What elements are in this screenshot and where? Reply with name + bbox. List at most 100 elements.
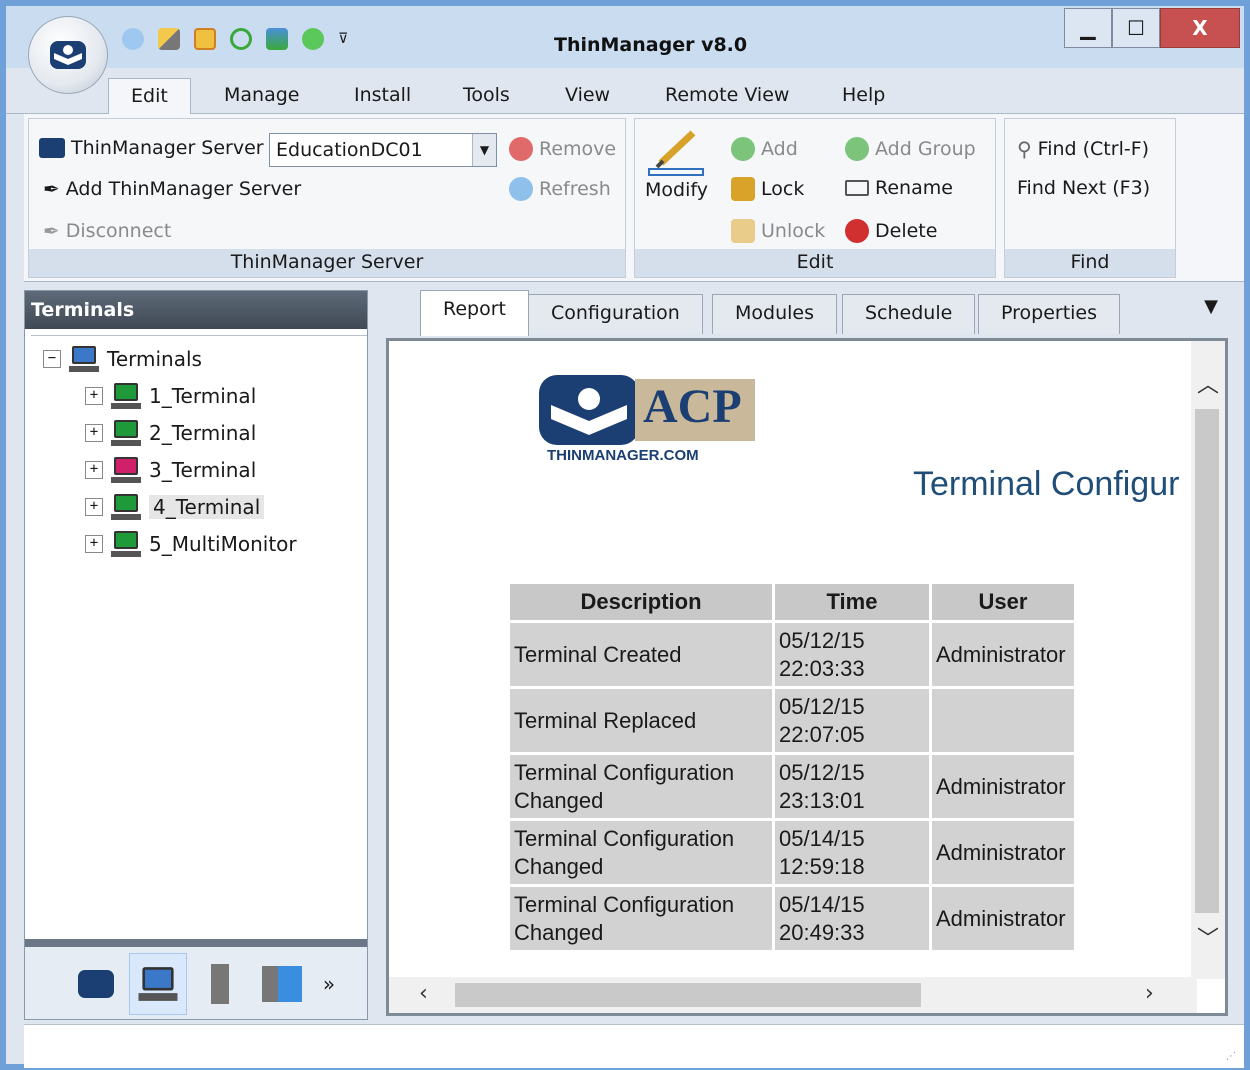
tree-item-2-terminal[interactable]: + 2_Terminal bbox=[85, 420, 256, 446]
refresh-button[interactable]: Refresh bbox=[509, 177, 611, 201]
thinmanager-logo-icon bbox=[78, 970, 114, 998]
scroll-up-icon[interactable]: ︿ bbox=[1197, 367, 1219, 399]
tree-root[interactable]: − Terminals bbox=[43, 346, 202, 372]
ribbon-tab-bar: Edit Manage Install Tools View Remote Vi… bbox=[6, 76, 1244, 115]
add-button[interactable]: Add bbox=[731, 137, 798, 161]
cell-time: 05/12/15 23:13:01 bbox=[775, 755, 929, 818]
scroll-right-icon[interactable]: › bbox=[1145, 981, 1154, 1006]
scroll-thumb[interactable] bbox=[455, 983, 921, 1007]
chevron-down-icon[interactable]: ▼ bbox=[472, 134, 496, 166]
qat-more-icon[interactable]: ⊽ bbox=[338, 31, 348, 47]
modify-button[interactable]: Modify bbox=[645, 129, 708, 201]
edit-icon[interactable] bbox=[158, 28, 180, 50]
globe-icon[interactable] bbox=[302, 28, 324, 50]
more-views-button[interactable]: » bbox=[309, 953, 349, 1015]
find-button[interactable]: ⚲ Find (Ctrl-F) bbox=[1017, 137, 1149, 161]
find-next-button[interactable]: Find Next (F3) bbox=[1017, 177, 1150, 199]
cell-user bbox=[932, 689, 1074, 752]
display-servers-view-button[interactable] bbox=[253, 953, 311, 1015]
maximize-button[interactable]: ☐ bbox=[1112, 8, 1160, 48]
scroll-left-icon[interactable]: ‹ bbox=[419, 981, 428, 1006]
network-icon[interactable] bbox=[266, 28, 288, 50]
scroll-thumb[interactable] bbox=[1195, 409, 1219, 913]
server-select[interactable]: EducationDC01 ▼ bbox=[269, 133, 497, 167]
add-thinmanager-server-button[interactable]: ✒ Add ThinManager Server bbox=[43, 177, 301, 201]
collapse-icon[interactable]: − bbox=[43, 350, 61, 368]
lock-button[interactable]: Lock bbox=[731, 177, 804, 201]
tab-install[interactable]: Install bbox=[354, 84, 411, 106]
refresh-icon[interactable] bbox=[122, 28, 144, 50]
delete-button[interactable]: Delete bbox=[845, 219, 937, 243]
tree-item-3-terminal[interactable]: + 3_Terminal bbox=[85, 457, 256, 483]
expand-icon[interactable]: + bbox=[85, 424, 103, 442]
close-button[interactable]: X bbox=[1160, 8, 1240, 48]
refresh-icon bbox=[509, 177, 533, 201]
lock-icon bbox=[731, 177, 755, 201]
logo-subtext: THINMANAGER.COM bbox=[547, 447, 699, 464]
thinmanager-view-button[interactable] bbox=[67, 953, 125, 1015]
table-row: Terminal Configuration Changed 05/14/15 12… bbox=[510, 821, 1074, 884]
cell-description: Terminal Configuration Changed bbox=[510, 821, 772, 884]
cell-time: 05/12/15 22:03:33 bbox=[775, 623, 929, 686]
vertical-scrollbar[interactable]: ︿ ﹀ bbox=[1191, 341, 1225, 979]
disconnect-button[interactable]: ✒ Disconnect bbox=[43, 219, 171, 243]
expand-icon[interactable]: + bbox=[85, 387, 103, 405]
tab-view[interactable]: View bbox=[565, 84, 610, 106]
expand-icon[interactable]: + bbox=[85, 498, 103, 516]
thinmanager-server-group: ThinManager Server EducationDC01 ▼ ✒ Add… bbox=[28, 118, 626, 278]
tab-list-dropdown-icon[interactable]: ▼ bbox=[1204, 296, 1218, 317]
panel-header: Terminals bbox=[25, 291, 367, 329]
status-bar: ⋰ bbox=[24, 1024, 1244, 1068]
cell-time: 05/14/15 12:59:18 bbox=[775, 821, 929, 884]
tree-item-4-terminal[interactable]: + 4_Terminal bbox=[85, 494, 265, 520]
terminals-view-button[interactable] bbox=[129, 953, 187, 1015]
unlock-icon bbox=[731, 219, 755, 243]
tree-item-1-terminal[interactable]: + 1_Terminal bbox=[85, 383, 256, 409]
remove-button[interactable]: Remove bbox=[509, 137, 616, 161]
server-tower-icon bbox=[211, 964, 229, 1004]
unlock-button[interactable]: Unlock bbox=[731, 219, 825, 243]
application-menu-button[interactable] bbox=[28, 16, 108, 94]
tab-remote-view[interactable]: Remote View bbox=[665, 84, 789, 106]
terminal-icon bbox=[111, 383, 141, 409]
message-icon[interactable] bbox=[194, 28, 216, 50]
circle-icon[interactable] bbox=[230, 28, 252, 50]
delete-icon bbox=[845, 219, 869, 243]
tab-modules[interactable]: Modules bbox=[712, 294, 837, 334]
pencil-ruler-icon bbox=[648, 130, 705, 176]
report-view: ACP THINMANAGER.COM Terminal Configur De… bbox=[386, 338, 1228, 1016]
ribbon: ThinManager Server EducationDC01 ▼ ✒ Add… bbox=[24, 114, 1244, 282]
table-row: Terminal Replaced 05/12/15 22:07:05 bbox=[510, 689, 1074, 752]
cell-description: Terminal Replaced bbox=[510, 689, 772, 752]
tab-tools[interactable]: Tools bbox=[463, 84, 510, 106]
display-server-icon bbox=[262, 966, 302, 1002]
tree-item-5-multimonitor[interactable]: + 5_MultiMonitor bbox=[85, 531, 297, 557]
tab-schedule[interactable]: Schedule bbox=[842, 294, 976, 334]
table-row: Terminal Created 05/12/15 22:03:33 Admini… bbox=[510, 623, 1074, 686]
app-window: ⊽ ThinManager v8.0 ▁ ☐ X Edit Manage Ins… bbox=[0, 0, 1250, 1070]
tab-report[interactable]: Report bbox=[420, 290, 529, 336]
tab-edit[interactable]: Edit bbox=[108, 78, 191, 115]
horizontal-scrollbar[interactable]: ‹ › bbox=[389, 977, 1197, 1013]
add-icon bbox=[731, 137, 755, 161]
servers-view-button[interactable] bbox=[191, 953, 249, 1015]
cell-description: Terminal Configuration Changed bbox=[510, 887, 772, 950]
add-group-button[interactable]: Add Group bbox=[845, 137, 976, 161]
remove-icon bbox=[509, 137, 533, 161]
terminal-icon bbox=[111, 494, 141, 520]
rename-button[interactable]: Rename bbox=[845, 177, 953, 199]
cell-time: 05/14/15 20:49:33 bbox=[775, 887, 929, 950]
tab-help[interactable]: Help bbox=[842, 84, 885, 106]
scroll-down-icon[interactable]: ﹀ bbox=[1197, 921, 1219, 953]
expand-icon[interactable]: + bbox=[85, 535, 103, 553]
expand-icon[interactable]: + bbox=[85, 461, 103, 479]
tab-configuration[interactable]: Configuration bbox=[528, 294, 703, 334]
rename-icon bbox=[845, 180, 869, 196]
terminals-panel: Terminals − Terminals + 1_Terminal + 2_T… bbox=[24, 290, 368, 1020]
minimize-button[interactable]: ▁ bbox=[1064, 8, 1112, 48]
resize-grip-icon[interactable]: ⋰ bbox=[1226, 1051, 1236, 1062]
tab-manage[interactable]: Manage bbox=[224, 84, 299, 106]
report-title: Terminal Configur bbox=[913, 465, 1180, 503]
tab-properties[interactable]: Properties bbox=[978, 294, 1121, 334]
terminal-tree: − Terminals + 1_Terminal + 2_Terminal + … bbox=[31, 335, 367, 1019]
